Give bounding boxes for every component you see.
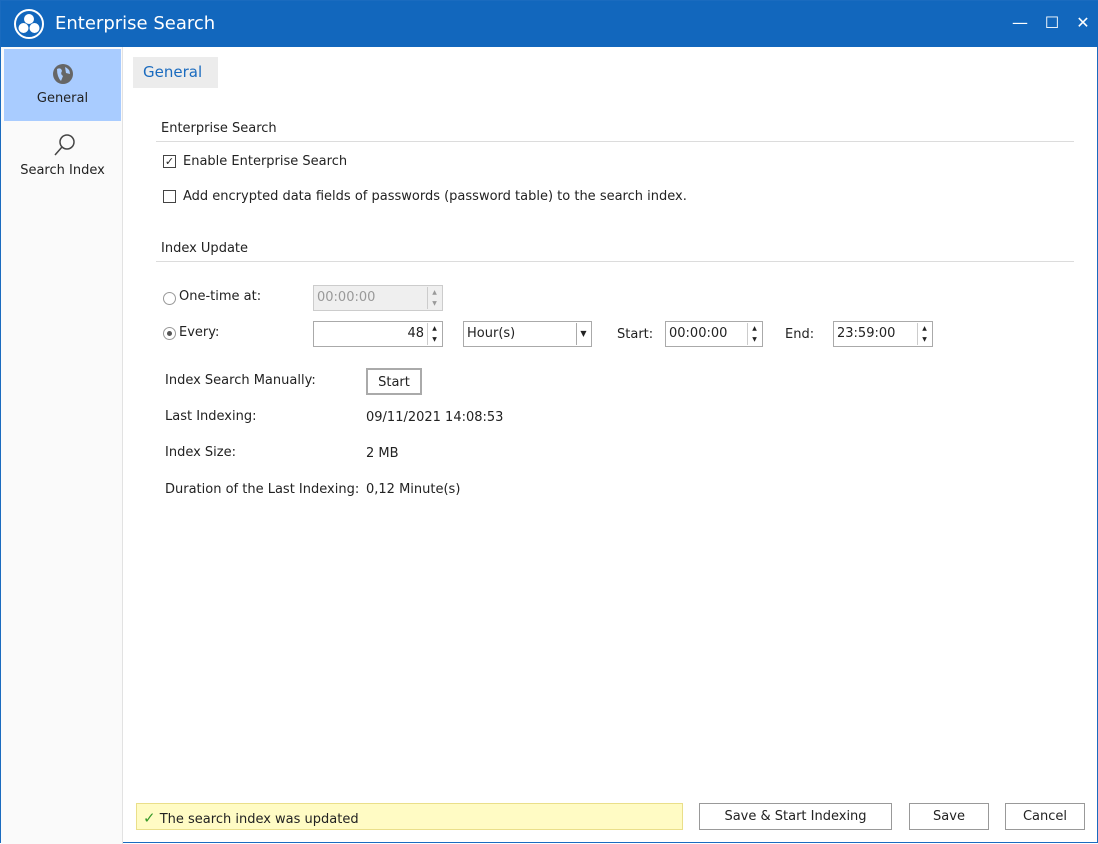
- interval-input[interactable]: 48 ▲ ▼: [313, 321, 443, 347]
- app-logo-icon: [14, 9, 44, 39]
- onetime-radio[interactable]: [163, 292, 176, 305]
- globe-icon: [53, 64, 73, 84]
- enable-label: Enable Enterprise Search: [183, 154, 348, 169]
- onetime-label: One-time at:: [179, 289, 262, 304]
- sidebar-item-label: General: [36, 91, 89, 106]
- close-button[interactable]: ✕: [1071, 11, 1095, 35]
- index-size-label: Index Size:: [165, 445, 236, 460]
- maximize-button[interactable]: ☐: [1040, 11, 1064, 35]
- title-bar: Enterprise Search — ☐ ✕: [1, 1, 1098, 47]
- interval-value: 48: [407, 326, 424, 341]
- check-icon: ✓: [143, 809, 156, 827]
- divider: [156, 141, 1074, 142]
- interval-spinner[interactable]: ▲ ▼: [427, 323, 441, 345]
- chevron-down-icon[interactable]: ▼: [576, 323, 590, 345]
- start-time-input[interactable]: 00:00:00 ▲ ▼: [665, 321, 763, 347]
- onetime-value: 00:00:00: [317, 290, 376, 305]
- end-spinner[interactable]: ▲ ▼: [917, 323, 931, 345]
- sidebar-item-label: Search Index: [20, 163, 105, 178]
- status-bar: ✓ The search index was updated: [136, 803, 683, 830]
- manual-label: Index Search Manually:: [165, 373, 316, 388]
- start-value: 00:00:00: [669, 326, 728, 341]
- time-spinner[interactable]: ▲ ▼: [427, 287, 441, 309]
- cancel-button[interactable]: Cancel: [1005, 803, 1085, 830]
- every-label: Every:: [179, 325, 220, 340]
- duration-value: 0,12 Minute(s): [366, 482, 461, 497]
- status-message: The search index was updated: [159, 812, 359, 827]
- start-index-button[interactable]: Start: [366, 368, 422, 395]
- encrypt-label: Add encrypted data fields of passwords (…: [183, 189, 687, 204]
- minimize-button[interactable]: —: [1008, 11, 1032, 35]
- sidebar-item-general[interactable]: General: [4, 49, 121, 121]
- end-label: End:: [785, 327, 815, 342]
- encrypted-fields-checkbox[interactable]: [163, 190, 176, 203]
- last-indexing-value: 09/11/2021 14:08:53: [366, 410, 504, 425]
- end-time-input[interactable]: 23:59:00 ▲ ▼: [833, 321, 933, 347]
- duration-label: Duration of the Last Indexing:: [165, 482, 360, 497]
- search-icon: [54, 134, 75, 156]
- unit-dropdown[interactable]: Hour(s) ▼: [463, 321, 592, 347]
- index-size-value: 2 MB: [366, 446, 399, 461]
- end-value: 23:59:00: [837, 326, 896, 341]
- last-indexing-label: Last Indexing:: [165, 409, 257, 424]
- window-title: Enterprise Search: [55, 13, 216, 34]
- save-and-start-indexing-button[interactable]: Save & Start Indexing: [699, 803, 892, 830]
- start-label: Start:: [617, 327, 654, 342]
- divider: [156, 261, 1074, 262]
- every-radio[interactable]: [163, 327, 176, 340]
- onetime-time-input[interactable]: 00:00:00 ▲ ▼: [313, 285, 443, 311]
- enable-enterprise-search-checkbox[interactable]: ✓: [163, 155, 176, 168]
- section-heading: Index Update: [161, 241, 249, 256]
- save-button[interactable]: Save: [909, 803, 989, 830]
- start-spinner[interactable]: ▲ ▼: [747, 323, 761, 345]
- unit-value: Hour(s): [467, 326, 516, 341]
- section-heading: Enterprise Search: [161, 121, 277, 136]
- tab-general[interactable]: General: [133, 57, 218, 88]
- sidebar-item-search-index[interactable]: Search Index: [4, 121, 121, 193]
- sidebar: General Search Index: [1, 47, 123, 844]
